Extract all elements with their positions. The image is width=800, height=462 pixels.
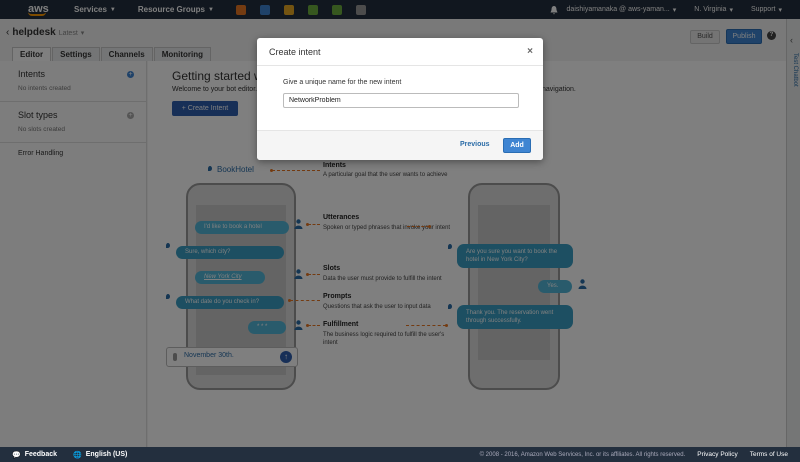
- close-icon[interactable]: ×: [527, 46, 533, 57]
- copyright: © 2008 - 2016, Amazon Web Services, Inc.…: [479, 451, 686, 458]
- create-intent-dialog: Create intent × Give a unique name for t…: [257, 38, 543, 160]
- add-button[interactable]: Add: [503, 138, 531, 153]
- dialog-title: Create intent: [269, 47, 321, 57]
- footer: 💬 Feedback 🌐 English (US) © 2008 - 2016,…: [0, 447, 800, 462]
- feedback-label: Feedback: [24, 451, 58, 458]
- terms-of-use-link[interactable]: Terms of Use: [750, 451, 788, 458]
- language-selector[interactable]: 🌐 English (US): [73, 451, 127, 459]
- intent-name-label: Give a unique name for the new intent: [283, 79, 402, 86]
- dialog-footer: Previous Add: [257, 130, 543, 160]
- feedback-link[interactable]: 💬 Feedback: [12, 451, 57, 459]
- intent-name-input[interactable]: [283, 93, 519, 108]
- language-label: English (US): [85, 451, 128, 458]
- feedback-icon: 💬: [12, 451, 21, 459]
- dialog-header: Create intent ×: [257, 38, 543, 66]
- dialog-body: Give a unique name for the new intent: [257, 66, 543, 130]
- privacy-policy-link[interactable]: Privacy Policy: [697, 451, 737, 458]
- previous-button[interactable]: Previous: [460, 141, 490, 148]
- globe-icon: 🌐: [73, 451, 82, 459]
